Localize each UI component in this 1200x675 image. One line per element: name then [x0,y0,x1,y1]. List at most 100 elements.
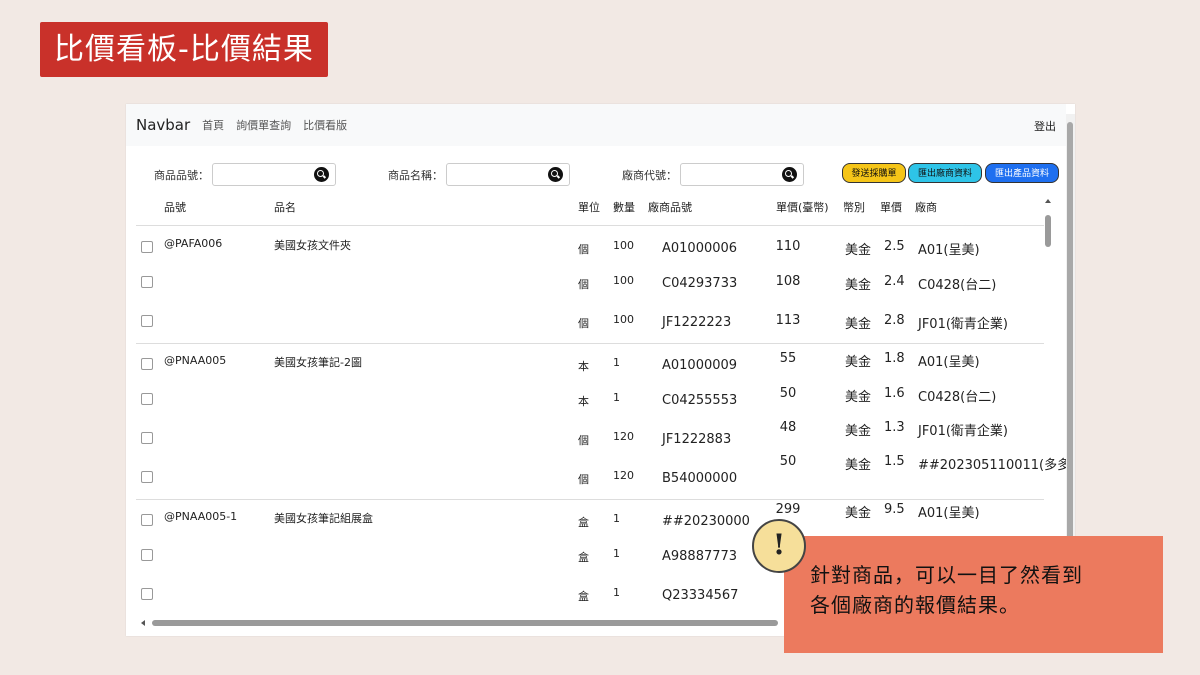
search-bar: 商品品號： 商品名稱： 廠商代號： 發送採購單 匯出廠商資料 匯出產品資料 [126,163,1066,187]
navbar: Navbar 首頁 詢價單查詢 比價看版 登出 [126,104,1066,146]
horizontal-scroll-thumb[interactable] [152,620,778,626]
navbar-brand[interactable]: Navbar [136,116,190,134]
logout-link[interactable]: 登出 [1034,118,1056,134]
cell-unit: 個 [578,243,589,256]
cell-currency: 美金 [845,278,872,293]
header-unit: 單位 [578,201,600,214]
cell-unit: 個 [578,317,589,330]
cell-currency: 美金 [845,243,872,258]
group-divider [136,499,1044,500]
header-vendor: 廠商 [915,201,937,214]
cell-vendor: C0428(台二) [918,278,997,293]
row-checkbox[interactable] [141,588,153,600]
cell-price-twd: 108 [775,274,801,289]
cell-vendor: A01(呈美) [918,355,980,370]
nav-link-price-board[interactable]: 比價看版 [303,117,347,133]
callout-box: 針對商品，可以一目了然看到 各個廠商的報價結果。 [784,536,1163,653]
export-vendor-data-button[interactable]: 匯出廠商資料 [908,163,982,183]
cell-vendor-product-no: A01000009 [662,358,738,373]
row-checkbox[interactable] [141,432,153,444]
cell-vendor-product-no: JF1222883 [662,432,732,447]
cell-currency: 美金 [845,355,872,370]
group-divider [136,343,1044,344]
row-checkbox[interactable] [141,315,153,327]
header-product-name: 品名 [274,201,296,214]
cell-product-name: 美國女孩筆記組展盒 [274,512,373,525]
exclamation-icon: ! [752,519,806,573]
cell-unit: 個 [578,434,589,447]
product-no-input[interactable] [212,163,336,186]
row-checkbox[interactable] [141,276,153,288]
row-checkbox[interactable] [141,358,153,370]
search-icon[interactable] [782,167,797,182]
cell-unit: 個 [578,473,589,486]
cell-vendor-product-no: JF1222223 [662,315,732,330]
product-no-label: 商品品號： [154,168,209,182]
cell-price-twd: 48 [779,420,797,435]
cell-vendor: C0428(台二) [918,390,997,405]
cell-qty: 100 [613,239,634,252]
cell-unit: 本 [578,395,589,408]
scroll-up-arrow-icon[interactable] [1045,199,1051,203]
header-vendor-product-no: 廠商品號 [648,201,692,214]
nav-link-inquiry-search[interactable]: 詢價單查詢 [236,117,291,133]
send-purchase-order-button[interactable]: 發送採購單 [842,163,906,183]
product-name-search-group: 商品名稱： [388,163,570,186]
cell-qty: 1 [613,547,620,560]
cell-currency: 美金 [845,506,872,521]
cell-vendor: A01(呈美) [918,243,980,258]
cell-vendor-product-no: ##20230000 [662,514,750,529]
row-checkbox[interactable] [141,549,153,561]
cell-vendor: JF01(衛青企業) [918,317,1008,332]
search-icon[interactable] [314,167,329,182]
cell-currency: 美金 [845,390,872,405]
nav-link-home[interactable]: 首頁 [202,117,224,133]
product-name-label: 商品名稱： [388,168,443,182]
header-unit-price: 單價 [880,201,902,214]
cell-price-twd: 50 [779,454,797,469]
cell-vendor-product-no: A98887773 [662,549,738,564]
cell-vendor: JF01(衛青企業) [918,424,1008,439]
cell-unit: 盒 [578,551,589,564]
cell-currency: 美金 [845,424,872,439]
header-currency: 幣別 [843,201,865,214]
cell-qty: 1 [613,356,620,369]
callout-line-1: 針對商品，可以一目了然看到 [810,563,1083,587]
cell-unit-price: 9.5 [884,502,905,517]
cell-qty: 120 [613,469,634,482]
cell-qty: 100 [613,274,634,287]
cell-price-twd: 299 [775,502,801,517]
cell-unit: 個 [578,278,589,291]
row-checkbox[interactable] [141,241,153,253]
row-checkbox[interactable] [141,393,153,405]
search-icon[interactable] [548,167,563,182]
cell-qty: 1 [613,586,620,599]
product-name-input[interactable] [446,163,570,186]
cell-price-twd: 110 [775,239,801,254]
cell-product-no: @PNAA005-1 [164,510,238,523]
cell-unit: 盒 [578,516,589,529]
callout-line-2: 各個廠商的報價結果。 [810,593,1020,617]
cell-unit-price: 1.5 [884,454,905,469]
cell-qty: 1 [613,391,620,404]
cell-currency: 美金 [845,458,872,473]
cell-unit-price: 1.8 [884,351,905,366]
cell-unit-price: 2.4 [884,274,905,289]
vendor-code-search-group: 廠商代號： [622,163,804,186]
cell-unit: 盒 [578,590,589,603]
row-checkbox[interactable] [141,514,153,526]
vendor-code-input[interactable] [680,163,804,186]
table-scroll-thumb[interactable] [1045,215,1051,247]
cell-product-no: @PNAA005 [164,354,227,367]
cell-qty: 100 [613,313,634,326]
export-product-data-button[interactable]: 匯出產品資料 [985,163,1059,183]
scroll-left-arrow-icon[interactable] [141,620,145,626]
cell-product-name: 美國女孩筆記-2圖 [274,356,362,369]
row-checkbox[interactable] [141,471,153,483]
vendor-code-label: 廠商代號： [622,168,677,182]
header-qty: 數量 [613,201,635,214]
cell-vendor: A01(呈美) [918,506,980,521]
header-price-twd: 單價(臺幣) [776,201,829,214]
cell-unit-price: 2.5 [884,239,905,254]
cell-vendor-product-no: C04293733 [662,276,738,291]
